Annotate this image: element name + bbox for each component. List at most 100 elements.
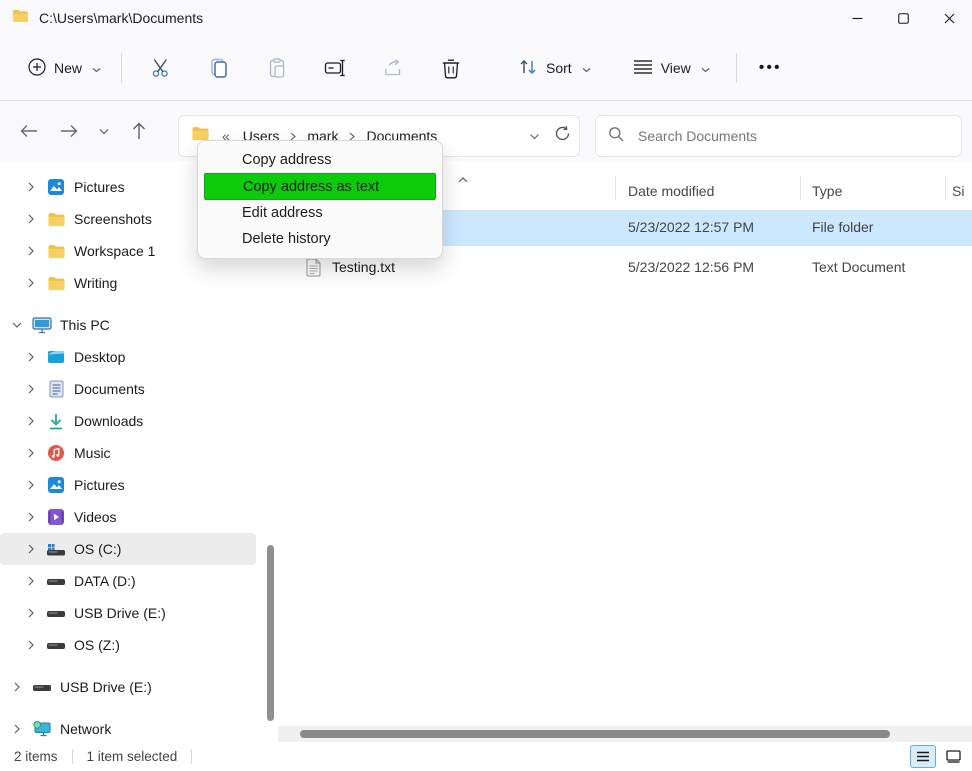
os-drive-icon [46, 539, 66, 559]
sidebar-item-label: Pictures [74, 179, 125, 195]
chevron-right-icon[interactable] [24, 214, 38, 224]
cut-button[interactable] [141, 49, 181, 87]
chevron-right-icon[interactable] [24, 182, 38, 192]
column-header-type[interactable]: Type [812, 183, 842, 199]
horizontal-scrollbar-thumb[interactable] [300, 730, 890, 738]
chevron-right-icon[interactable] [24, 480, 38, 490]
see-more-button[interactable]: ••• [747, 53, 794, 83]
new-button[interactable]: New [18, 50, 111, 87]
chevron-right-icon[interactable] [24, 246, 38, 256]
sort-icon [518, 57, 538, 80]
sidebar-item-label: Videos [74, 509, 117, 525]
column-header-date-modified[interactable]: Date modified [628, 183, 714, 199]
view-icon [633, 59, 653, 78]
title-bar[interactable]: C:\Users\mark\Documents [0, 0, 972, 36]
sort-button-label: Sort [546, 60, 572, 76]
sidebar-item-downloads[interactable]: Downloads [0, 405, 256, 437]
menu-item-copy-address[interactable]: Copy address [198, 147, 442, 173]
folder-icon [12, 9, 29, 28]
sidebar-scrollbar-thumb[interactable] [267, 545, 274, 721]
file-explorer-window: C:\Users\mark\Documents New Sort View ••… [0, 0, 972, 771]
sidebar-item-label: Pictures [74, 477, 125, 493]
large-icons-view-button[interactable] [940, 745, 966, 768]
delete-button[interactable] [431, 49, 471, 87]
sidebar-item-label: Desktop [74, 349, 126, 365]
up-button[interactable] [122, 114, 156, 148]
desktop-icon [46, 347, 66, 367]
chevron-right-icon[interactable] [10, 724, 24, 734]
sidebar-item-network[interactable]: Network [0, 713, 256, 742]
window-chrome: C:\Users\mark\Documents New Sort View ••… [0, 0, 972, 161]
sidebar-item-pictures-2[interactable]: Pictures [0, 469, 256, 501]
chevron-right-icon[interactable] [24, 448, 38, 458]
toolbar-separator [735, 53, 737, 83]
chevron-down-icon [92, 60, 101, 76]
sidebar-item-label: USB Drive (E:) [74, 605, 166, 621]
column-separator[interactable] [800, 176, 801, 200]
search-icon [608, 126, 624, 147]
sidebar-scrollbar[interactable] [267, 545, 275, 742]
sidebar-item-desktop[interactable]: Desktop [0, 341, 256, 373]
menu-item-edit-address[interactable]: Edit address [198, 200, 442, 226]
chevron-down-icon[interactable] [10, 322, 24, 328]
sort-button[interactable]: Sort [508, 49, 601, 88]
sidebar-item-label: USB Drive (E:) [60, 679, 152, 695]
paste-button[interactable] [257, 49, 297, 87]
menu-item-delete-history[interactable]: Delete history [198, 226, 442, 252]
drive-icon [32, 677, 52, 697]
status-divider [191, 749, 193, 764]
column-separator[interactable] [945, 176, 946, 200]
chevron-right-icon[interactable] [24, 416, 38, 426]
horizontal-scrollbar[interactable] [278, 726, 972, 742]
chevron-right-icon[interactable] [24, 512, 38, 522]
sidebar-item-writing[interactable]: Writing [0, 267, 256, 299]
sidebar-item-label: Downloads [74, 413, 144, 429]
drive-icon [46, 571, 66, 591]
minimize-button[interactable] [834, 0, 880, 36]
chevron-right-icon[interactable] [24, 576, 38, 586]
search-box[interactable] [595, 115, 962, 157]
pictures-icon [46, 177, 66, 197]
sidebar-item-data-d[interactable]: DATA (D:) [0, 565, 256, 597]
chevron-right-icon[interactable] [24, 640, 38, 650]
music-icon [46, 443, 66, 463]
chevron-right-icon[interactable] [24, 384, 38, 394]
sidebar-item-label: OS (Z:) [74, 637, 120, 653]
command-bar: New Sort View ••• [0, 36, 972, 101]
window-title: C:\Users\mark\Documents [39, 10, 204, 26]
copy-button[interactable] [199, 49, 239, 87]
sidebar-item-music[interactable]: Music [0, 437, 256, 469]
recent-locations-chevron[interactable] [92, 114, 116, 148]
sidebar-item-usb-drive-e-2[interactable]: USB Drive (E:) [0, 671, 256, 703]
sidebar-item-label: Writing [74, 275, 118, 291]
drive-icon [46, 603, 66, 623]
column-separator[interactable] [615, 176, 616, 200]
sidebar-item-videos[interactable]: Videos [0, 501, 256, 533]
chevron-right-icon[interactable] [24, 544, 38, 554]
close-button[interactable] [926, 0, 972, 36]
chevron-right-icon[interactable] [10, 682, 24, 692]
sidebar-item-documents[interactable]: Documents [0, 373, 256, 405]
column-header-size[interactable]: Si [952, 183, 964, 199]
address-dropdown-chevron[interactable] [529, 127, 540, 145]
chevron-right-icon[interactable] [24, 608, 38, 618]
refresh-icon[interactable] [554, 125, 571, 147]
chevron-right-icon[interactable] [24, 278, 38, 288]
details-view-button[interactable] [910, 745, 936, 768]
chevron-right-icon[interactable] [24, 352, 38, 362]
sidebar-item-os-c[interactable]: OS (C:) [0, 533, 256, 565]
rename-button[interactable] [315, 49, 355, 87]
sidebar-item-os-z[interactable]: OS (Z:) [0, 629, 256, 661]
view-button[interactable]: View [623, 51, 720, 86]
maximize-button[interactable] [880, 0, 926, 36]
menu-item-copy-address-as-text[interactable]: Copy address as text [204, 173, 436, 200]
sidebar-item-this-pc[interactable]: This PC [0, 309, 256, 341]
share-button[interactable] [373, 49, 413, 87]
view-button-label: View [660, 60, 691, 76]
sidebar-item-usb-drive-e[interactable]: USB Drive (E:) [0, 597, 256, 629]
forward-button[interactable] [52, 114, 86, 148]
search-input[interactable] [638, 128, 949, 144]
back-button[interactable] [12, 114, 46, 148]
new-button-label: New [54, 60, 83, 76]
folder-icon [46, 209, 66, 229]
